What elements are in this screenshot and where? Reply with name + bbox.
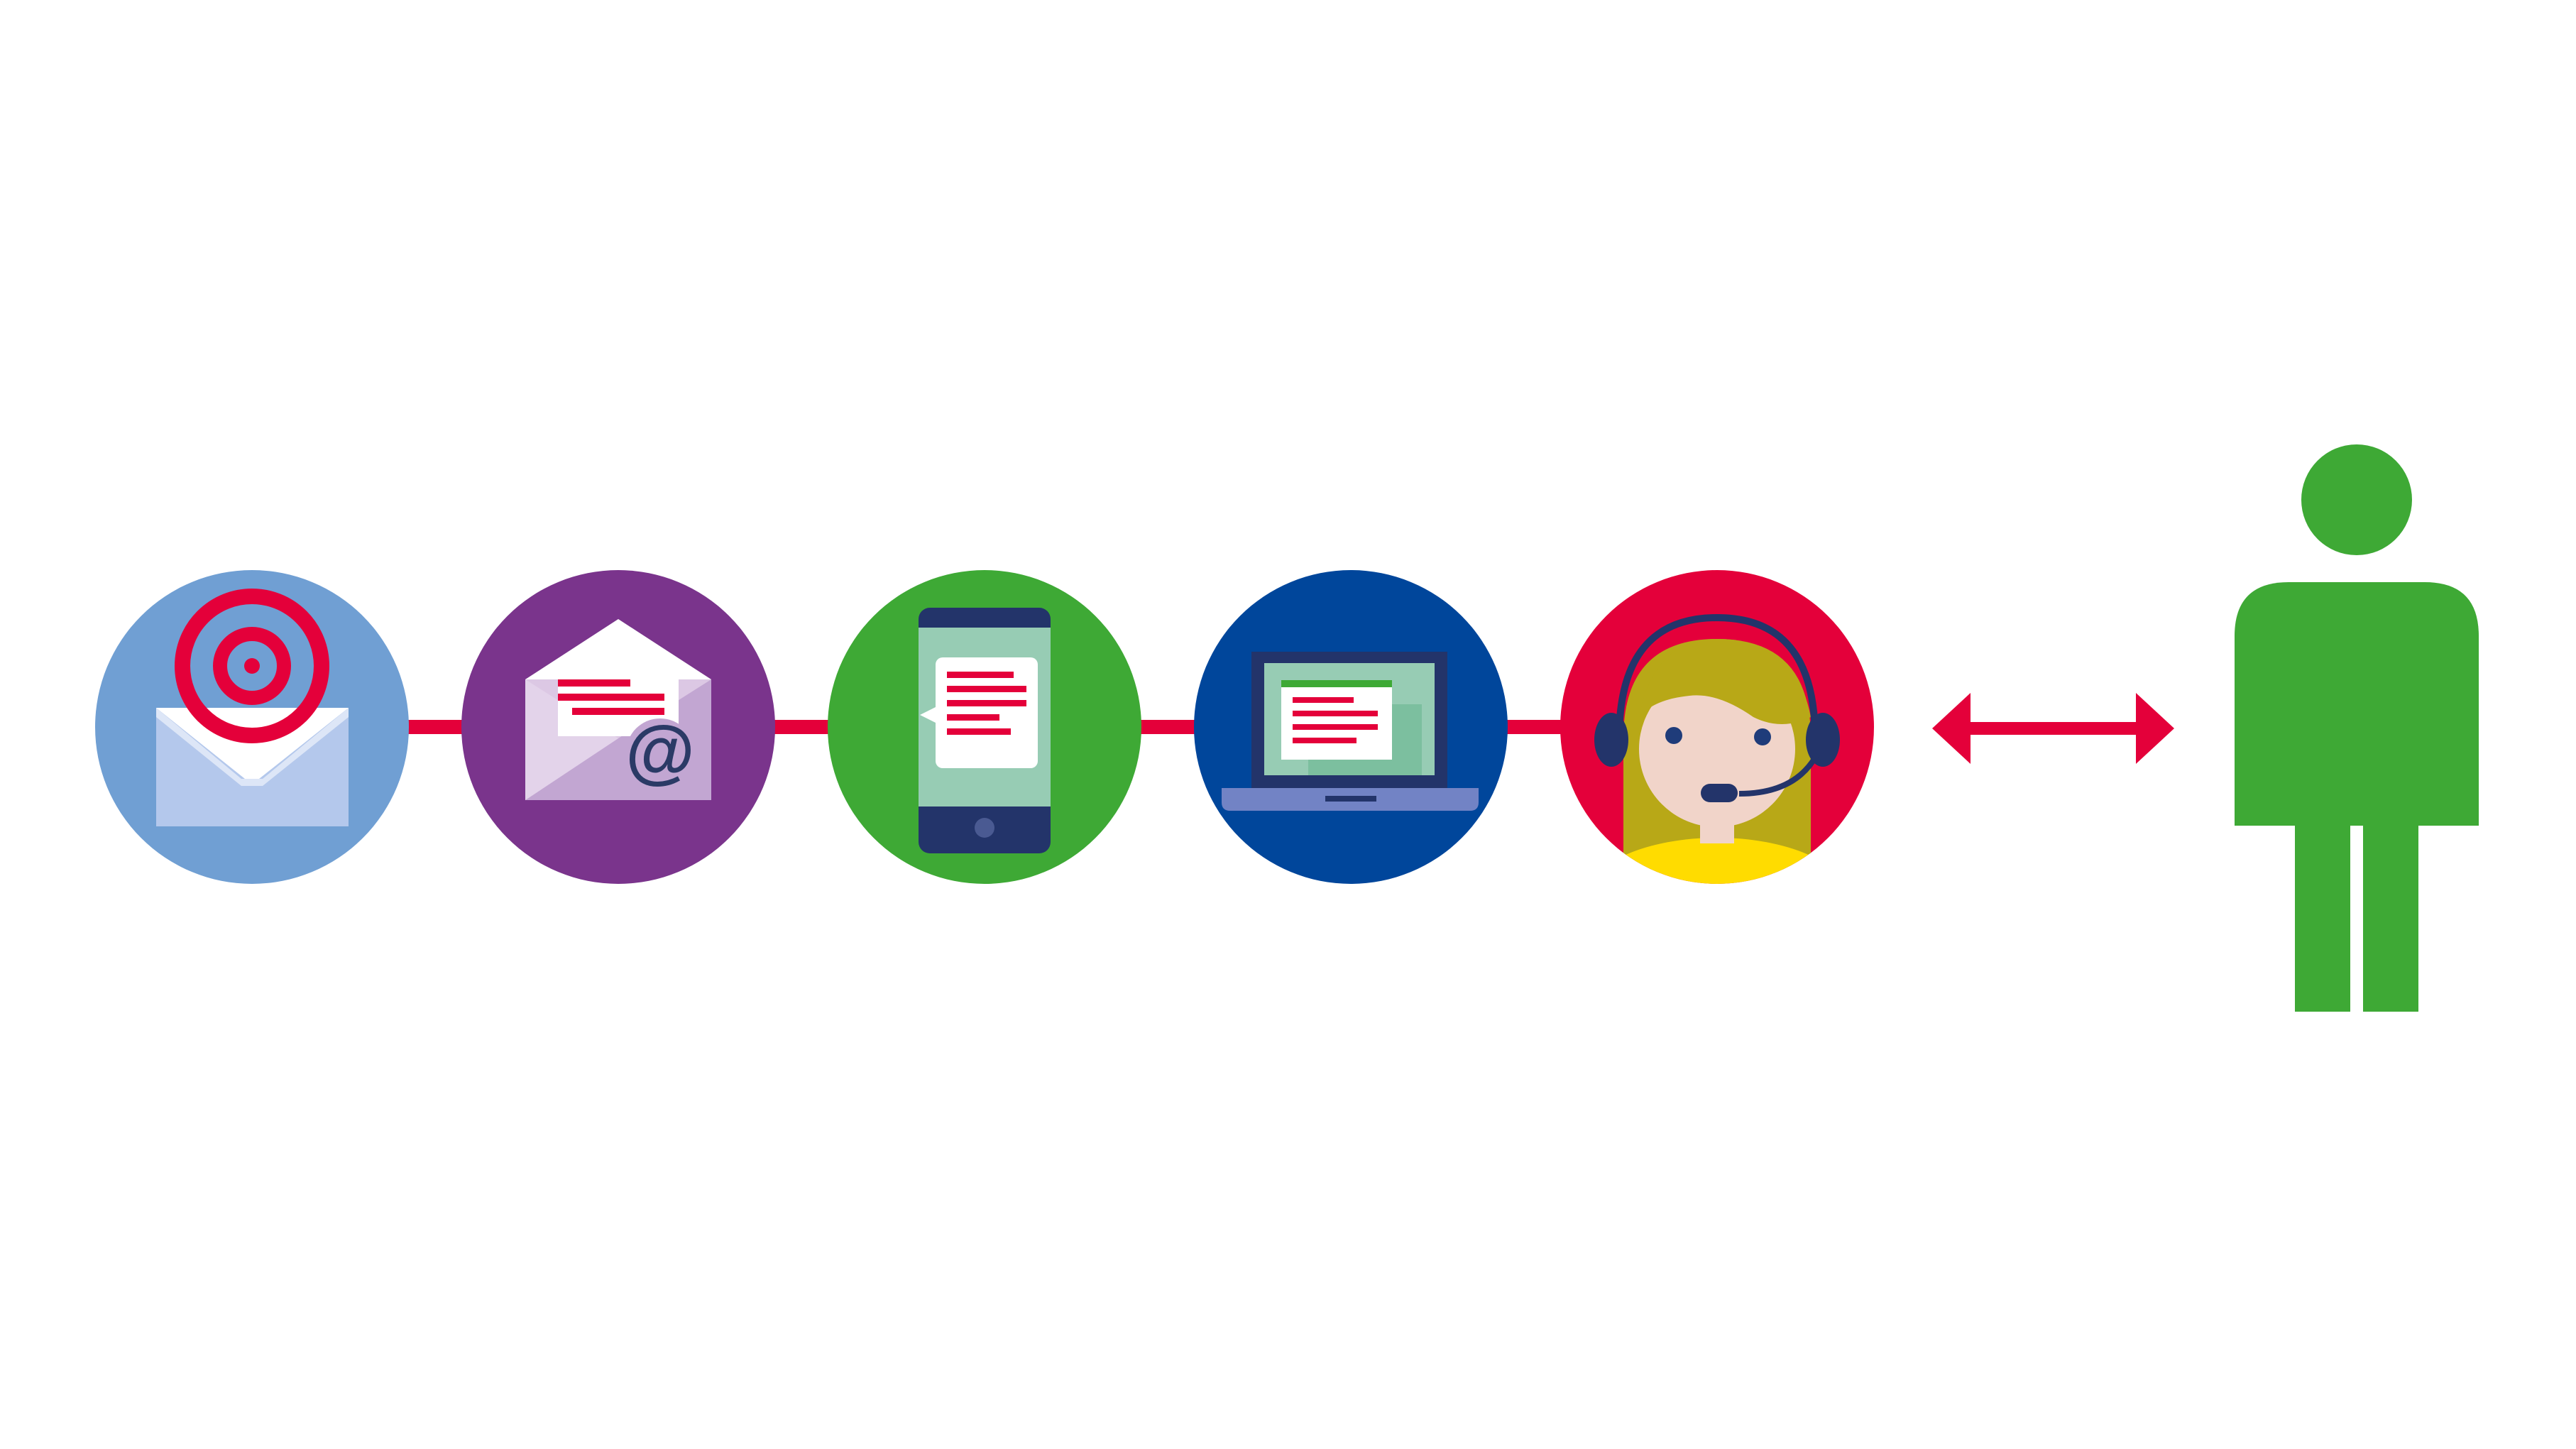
channel-call-center <box>1560 570 1874 884</box>
laptop-screen-icon <box>1222 652 1479 811</box>
double-arrow-icon <box>1932 693 2174 764</box>
customer-journey-diagram: @ <box>0 0 2576 1449</box>
at-symbol: @ <box>625 711 695 791</box>
smartphone-message-icon <box>919 608 1051 853</box>
person-icon <box>2235 444 2479 1012</box>
channel-direct-mail <box>95 570 409 884</box>
channel-mobile <box>828 570 1141 884</box>
channel-web <box>1194 570 1508 884</box>
diagram-canvas: @ <box>95 444 2479 1012</box>
channel-email: @ <box>461 570 775 884</box>
envelope-target-icon <box>156 589 349 826</box>
